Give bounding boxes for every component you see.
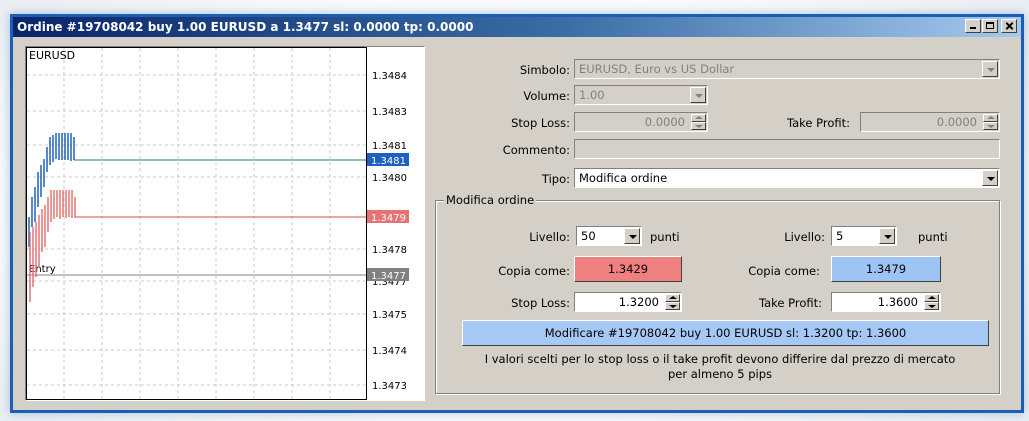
note-line-1: I valori scelti per lo stop loss o il ta… <box>484 352 956 366</box>
modify-submit-button[interactable]: Modificare #19708042 buy 1.00 EURUSD sl:… <box>462 320 989 346</box>
commento-input <box>574 139 1000 159</box>
axis-tick-label: 1.3473 <box>372 381 407 392</box>
entry-price-tag: 1.3477 <box>371 271 406 282</box>
maximize-icon[interactable] <box>982 19 998 33</box>
tp-take-profit-label: Take Profit: <box>758 296 822 310</box>
tp-unit-label: punti <box>918 230 948 244</box>
ask-price-tag: 1.3481 <box>371 156 406 167</box>
axis-tick-label: 1.3474 <box>372 346 407 357</box>
tipo-select[interactable]: Modifica ordine <box>574 168 1000 188</box>
bid-price-tag: 1.3479 <box>371 213 406 224</box>
simbolo-label: Simbolo: <box>519 63 570 77</box>
sl-copia-label: Copia come: <box>498 264 570 278</box>
group-title: Modifica ordine <box>444 193 537 207</box>
volume-label: Volume: <box>523 89 570 103</box>
spinner-icon <box>983 114 998 130</box>
take-profit-value: 0.0000 <box>936 115 977 129</box>
close-icon[interactable] <box>1001 19 1017 33</box>
axis-tick-label: 1.3483 <box>372 107 407 118</box>
volume-value: 1.00 <box>579 88 605 102</box>
chevron-down-icon[interactable] <box>879 228 895 244</box>
stop-loss-label: Stop Loss: <box>511 116 570 130</box>
validation-note: I valori scelti per lo stop loss o il ta… <box>455 352 985 382</box>
spinner-icon[interactable] <box>924 294 939 310</box>
axis-tick-label: 1.3475 <box>372 310 407 321</box>
tipo-value: Modifica ordine <box>579 171 668 185</box>
chevron-down-icon[interactable] <box>624 228 640 244</box>
simbolo-value: EURUSD, Euro vs US Dollar <box>579 62 735 76</box>
window-title: Ordine #19708042 buy 1.00 EURUSD a 1.347… <box>17 20 474 34</box>
chevron-down-icon <box>982 61 998 77</box>
spinner-icon <box>691 114 706 130</box>
stop-loss-value: 0.0000 <box>644 115 685 129</box>
volume-select: 1.00 <box>574 85 708 105</box>
axis-tick-label: 1.3480 <box>372 173 407 184</box>
sl-unit-label: punti <box>650 230 680 244</box>
stop-loss-field: 0.0000 <box>574 112 708 132</box>
sl-stop-loss-field[interactable]: 1.3200 <box>574 292 682 312</box>
sl-livello-select[interactable]: 50 <box>576 226 642 246</box>
commento-label: Commento: <box>502 143 570 157</box>
chevron-down-icon[interactable] <box>982 170 998 186</box>
tp-livello-label: Livello: <box>784 230 825 244</box>
price-chart: 1.3484 1.3483 1.3481 1.3480 1.3478 1.3477 1.34… <box>25 46 425 401</box>
tp-take-profit-field[interactable]: 1.3600 <box>831 292 941 312</box>
sl-stop-loss-label: Stop Loss: <box>511 296 570 310</box>
take-profit-label: Take Profit: <box>786 116 850 130</box>
tp-take-profit-value: 1.3600 <box>877 295 918 309</box>
tp-livello-select[interactable]: 5 <box>831 226 897 246</box>
axis-tick-label: 1.3481 <box>372 141 407 152</box>
axis-tick-label: 1.3484 <box>372 71 407 82</box>
spinner-icon[interactable] <box>665 294 680 310</box>
note-line-2: per almeno 5 pips <box>667 367 773 381</box>
axis-tick-label: 1.3478 <box>372 245 407 256</box>
tp-copia-label: Copia come: <box>748 264 820 278</box>
plot-frame <box>26 47 367 400</box>
simbolo-select: EURUSD, Euro vs US Dollar <box>574 59 1000 79</box>
minimize-icon[interactable] <box>965 19 981 33</box>
chart-symbol: EURUSD <box>29 49 76 62</box>
take-profit-field: 0.0000 <box>860 112 1000 132</box>
tipo-label: Tipo: <box>541 172 570 186</box>
title-bar[interactable]: Ordine #19708042 buy 1.00 EURUSD a 1.347… <box>13 17 1021 37</box>
sl-livello-value: 50 <box>581 229 596 243</box>
tp-livello-value: 5 <box>836 229 844 243</box>
price-chart-svg: 1.3484 1.3483 1.3481 1.3480 1.3478 1.3477 1.34… <box>26 47 409 400</box>
sl-livello-label: Livello: <box>529 230 570 244</box>
chevron-down-icon <box>690 87 706 103</box>
sl-copia-button[interactable]: 1.3429 <box>574 256 682 282</box>
sl-stop-loss-value: 1.3200 <box>618 295 659 309</box>
tp-copia-button[interactable]: 1.3479 <box>831 256 941 282</box>
